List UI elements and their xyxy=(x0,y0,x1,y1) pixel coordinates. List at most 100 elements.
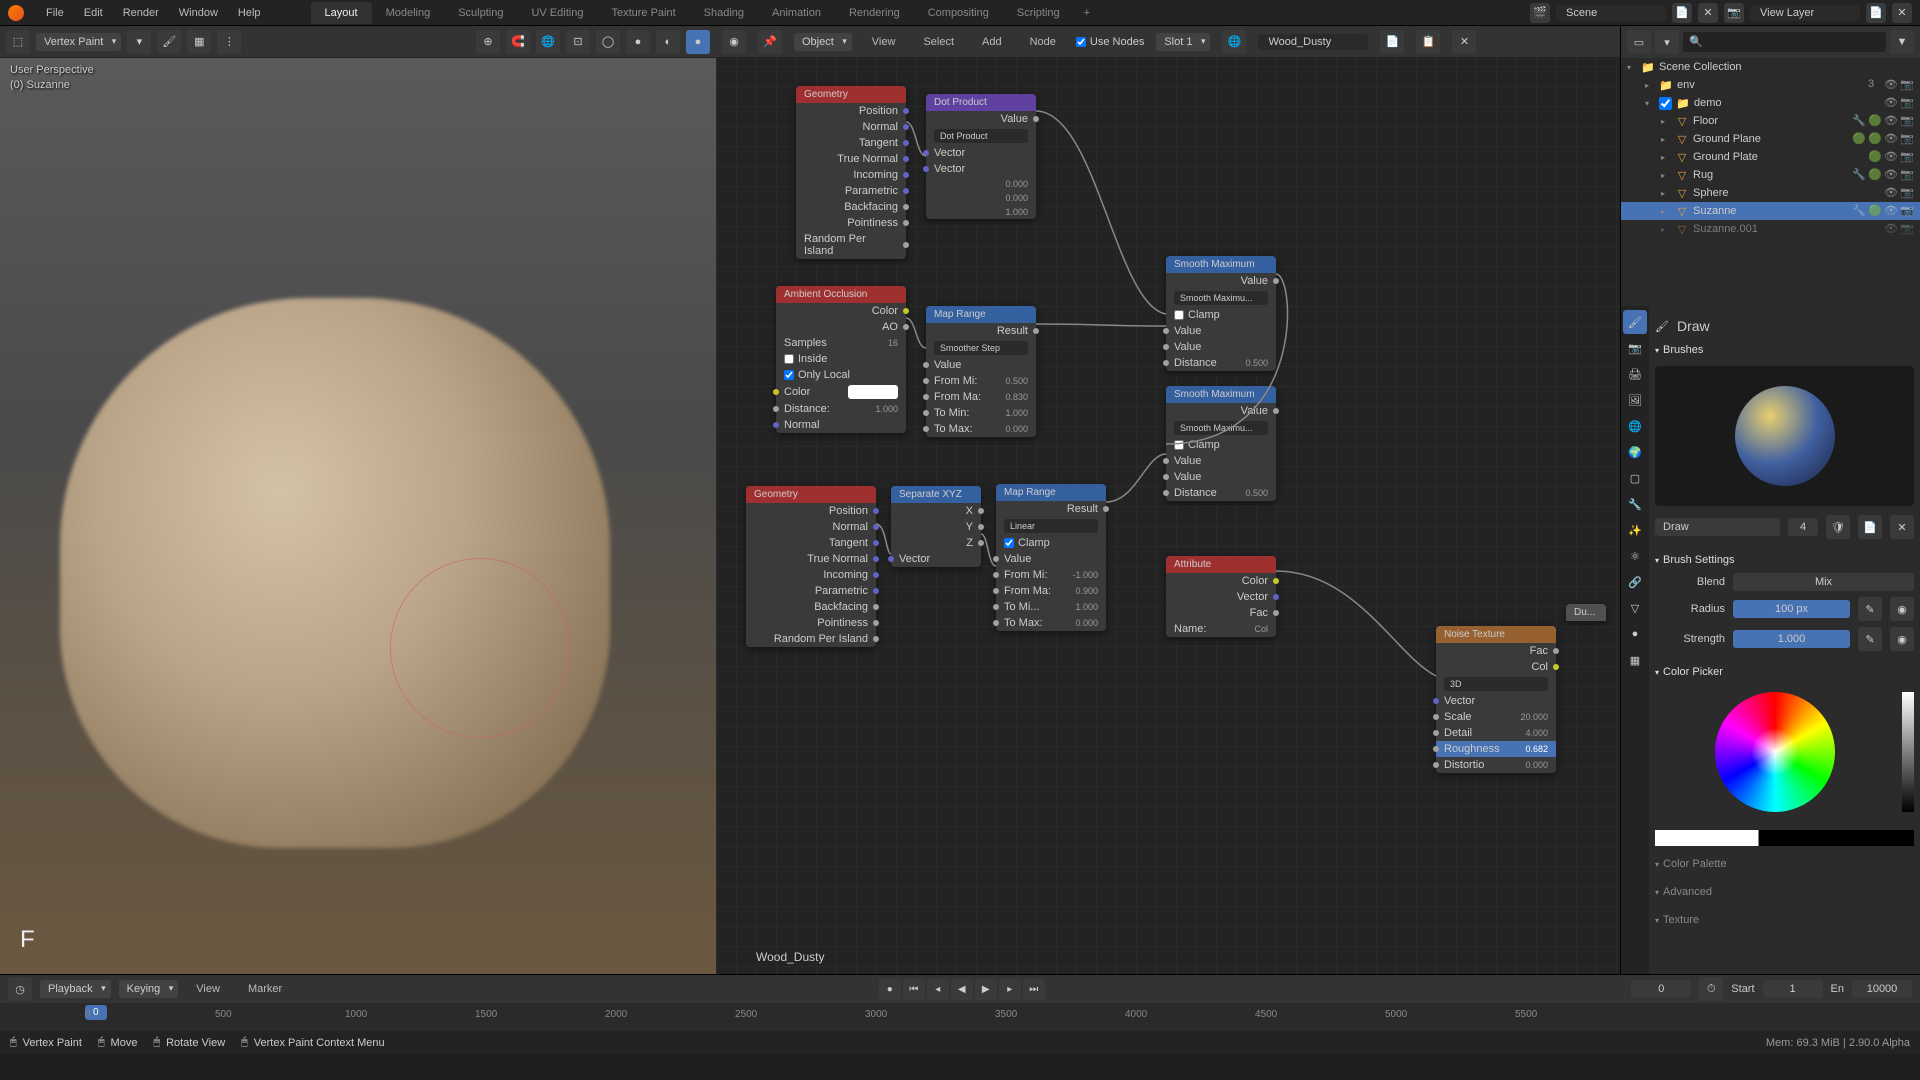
active-tool-tab-icon[interactable]: 🖌 xyxy=(1623,310,1647,334)
brush-users-field[interactable]: 4 xyxy=(1788,518,1818,536)
node-geometry-1[interactable]: Geometry Position Normal Tangent True No… xyxy=(796,86,906,259)
current-frame-field[interactable]: 0 xyxy=(1631,980,1691,998)
node-title[interactable]: Smooth Maximum xyxy=(1166,386,1276,403)
node-dust-group[interactable]: Du... xyxy=(1566,604,1606,621)
keying-menu[interactable]: Keying xyxy=(119,980,179,998)
env-collection-item[interactable]: ▸📁env 3👁📷 xyxy=(1621,76,1920,94)
auto-keyframe-icon[interactable]: ● xyxy=(879,978,901,1000)
camera-icon[interactable]: 📷 xyxy=(1900,168,1914,182)
viewlayer-delete-icon[interactable]: ✕ xyxy=(1892,3,1912,23)
samples-value[interactable]: 16 xyxy=(888,338,898,348)
scene-icon[interactable]: 🎬 xyxy=(1530,3,1550,23)
demo-collection-item[interactable]: ▾📁demo 👁📷 xyxy=(1621,94,1920,112)
color-palette-title[interactable]: Color Palette xyxy=(1655,854,1914,874)
color-picker-title[interactable]: Color Picker xyxy=(1655,662,1914,682)
menu-help[interactable]: Help xyxy=(228,3,271,23)
tab-animation[interactable]: Animation xyxy=(758,2,835,24)
node-attribute[interactable]: Attribute Color Vector Fac Name:Col xyxy=(1166,556,1276,637)
viewlayer-icon[interactable]: 📷 xyxy=(1724,3,1744,23)
eye-icon[interactable]: 👁 xyxy=(1884,78,1898,92)
cursor-icon[interactable]: ⊕ xyxy=(476,30,500,54)
node-title[interactable]: Map Range xyxy=(996,484,1106,501)
node-title[interactable]: Smooth Maximum xyxy=(1166,256,1276,273)
node-editor-type-icon[interactable]: ◉ xyxy=(722,30,746,54)
node-title[interactable]: Separate XYZ xyxy=(891,486,981,503)
rug-item[interactable]: ▸▽Rug 🔧🟢👁📷 xyxy=(1621,166,1920,184)
tab-add-workspace[interactable]: + xyxy=(1074,2,1100,24)
distance-value[interactable]: 0.500 xyxy=(1245,358,1268,368)
camera-icon[interactable]: 📷 xyxy=(1900,204,1914,218)
scene-delete-icon[interactable]: ✕ xyxy=(1698,3,1718,23)
tab-scripting[interactable]: Scripting xyxy=(1003,2,1074,24)
render-tab-icon[interactable]: 📷 xyxy=(1623,336,1647,360)
material-name-field[interactable]: Wood_Dusty xyxy=(1258,34,1368,50)
scene-new-icon[interactable]: 📄 xyxy=(1672,3,1692,23)
timeline-marker-menu[interactable]: Marker xyxy=(238,979,292,999)
from-max-val[interactable]: 0.830 xyxy=(1005,392,1028,402)
play-reverse-icon[interactable]: ◀ xyxy=(951,978,973,1000)
from-min-val[interactable]: -1.000 xyxy=(1072,570,1098,580)
end-frame-field[interactable]: 10000 xyxy=(1852,980,1912,998)
tab-uv-editing[interactable]: UV Editing xyxy=(517,2,597,24)
nh-add[interactable]: Add xyxy=(974,32,1010,52)
viewport-3d-canvas[interactable]: User Perspective (0) Suzanne F xyxy=(0,58,716,974)
distortion-value[interactable]: 0.000 xyxy=(1525,760,1548,770)
material-icon[interactable]: 🌐 xyxy=(1222,30,1246,54)
viewlayer-name-field[interactable]: View Layer xyxy=(1750,5,1860,21)
only-local-check[interactable]: Only Local xyxy=(784,369,850,381)
pen-pressure-icon[interactable]: ✎ xyxy=(1858,627,1882,651)
camera-icon[interactable]: 📷 xyxy=(1900,186,1914,200)
matprev-icon[interactable]: ◐ xyxy=(656,30,680,54)
material-new-icon[interactable]: 📄 xyxy=(1380,30,1404,54)
node-title[interactable]: Map Range xyxy=(926,306,1036,323)
jump-end-icon[interactable]: ⏭ xyxy=(1023,978,1045,1000)
node-title[interactable]: Attribute xyxy=(1166,556,1276,573)
pin-icon[interactable]: 📌 xyxy=(758,30,782,54)
tab-compositing[interactable]: Compositing xyxy=(914,2,1003,24)
node-title[interactable]: Geometry xyxy=(796,86,906,103)
viewlayer-new-icon[interactable]: 📄 xyxy=(1866,3,1886,23)
material-delete-icon[interactable]: ✕ xyxy=(1452,30,1476,54)
wrench-icon[interactable]: 🔧 xyxy=(1852,204,1866,218)
math-op-dropdown[interactable]: Smooth Maximu... xyxy=(1174,421,1268,435)
detail-value[interactable]: 4.000 xyxy=(1525,728,1548,738)
output-tab-icon[interactable]: 🖨 xyxy=(1623,362,1647,386)
node-title[interactable]: Geometry xyxy=(746,486,876,503)
texture-tab-icon[interactable]: ▦ xyxy=(1623,648,1647,672)
dim-dropdown[interactable]: 3D xyxy=(1444,677,1548,691)
scene-tab-icon[interactable]: 🌐 xyxy=(1623,414,1647,438)
to-min-val[interactable]: 1.000 xyxy=(1075,602,1098,612)
eye-icon[interactable]: 👁 xyxy=(1884,204,1898,218)
nh-select[interactable]: Select xyxy=(915,32,962,52)
brush-delete-icon[interactable]: ✕ xyxy=(1890,515,1914,539)
camera-icon[interactable]: 📷 xyxy=(1900,114,1914,128)
node-map-range-2[interactable]: Map Range Result Linear Clamp Value From… xyxy=(996,484,1106,631)
camera-icon[interactable]: 📷 xyxy=(1900,222,1914,236)
node-title[interactable]: Du... xyxy=(1566,604,1606,621)
node-map-range-1[interactable]: Map Range Result Smoother Step Value Fro… xyxy=(926,306,1036,437)
camera-icon[interactable]: 📷 xyxy=(1900,132,1914,146)
to-max-val[interactable]: 0.000 xyxy=(1005,424,1028,434)
brush-settings-title[interactable]: Brush Settings xyxy=(1655,550,1914,570)
menu-file[interactable]: File xyxy=(36,3,74,23)
material-icon[interactable]: 🟢 xyxy=(1868,168,1882,182)
next-keyframe-icon[interactable]: ▸ xyxy=(999,978,1021,1000)
material-icon[interactable]: 🟢 xyxy=(1868,150,1882,164)
overlay-icon[interactable]: ⊡ xyxy=(566,30,590,54)
play-icon[interactable]: ▶ xyxy=(975,978,997,1000)
rendered-icon[interactable]: ● xyxy=(686,30,710,54)
sphere-item[interactable]: ▸▽Sphere 👁📷 xyxy=(1621,184,1920,202)
vec-value[interactable]: 0.000 xyxy=(1005,179,1028,189)
col-enable-check[interactable] xyxy=(1659,97,1672,110)
tab-sculpting[interactable]: Sculpting xyxy=(444,2,517,24)
roughness-value[interactable]: 0.682 xyxy=(1525,744,1548,754)
constraint-tab-icon[interactable]: 🔗 xyxy=(1623,570,1647,594)
eye-icon[interactable]: 👁 xyxy=(1884,132,1898,146)
node-ambient-occlusion[interactable]: Ambient Occlusion Color AO Samples16 Ins… xyxy=(776,286,906,433)
brush-name-field[interactable]: Draw xyxy=(1655,518,1780,536)
timeline-view-menu[interactable]: View xyxy=(186,979,230,999)
interp-dropdown[interactable]: Linear xyxy=(1004,519,1098,533)
material-icon[interactable]: 🟢 xyxy=(1868,204,1882,218)
wireframe-icon[interactable]: ◯ xyxy=(596,30,620,54)
radius-field[interactable]: 100 px xyxy=(1733,600,1850,618)
